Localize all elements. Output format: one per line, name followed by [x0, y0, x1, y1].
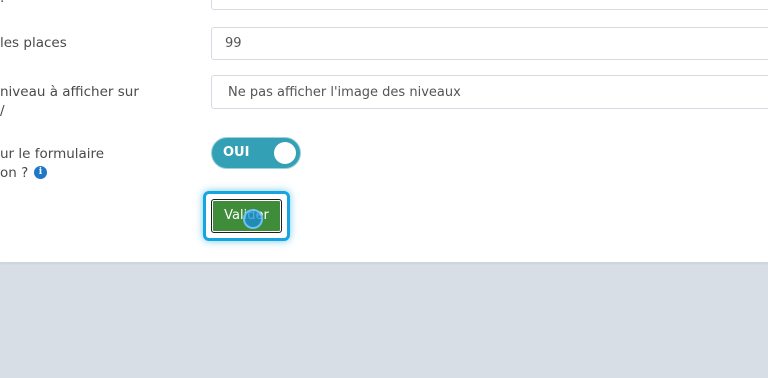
info-icon[interactable]: i: [34, 166, 47, 179]
formulaire-toggle[interactable]: OUI: [211, 137, 301, 169]
toggle-label: OUI: [223, 145, 250, 160]
places-input[interactable]: 99: [211, 27, 768, 60]
formulaire-label-line2: on ?: [0, 165, 29, 181]
places-label: les places: [0, 35, 67, 51]
niveau-select[interactable]: Ne pas afficher l'image des niveaux: [211, 75, 768, 109]
niveau-label-line1: niveau à afficher sur: [0, 84, 139, 100]
click-indicator: [243, 209, 263, 229]
formulaire-label-line1: ur le formulaire: [0, 146, 105, 162]
top-input[interactable]: [211, 0, 768, 10]
niveau-label-line2: /: [0, 103, 5, 119]
toggle-knob: [274, 142, 296, 164]
top-label-fragment: .: [0, 0, 4, 8]
form-card: . les places 99 niveau à afficher sur / …: [0, 0, 768, 263]
